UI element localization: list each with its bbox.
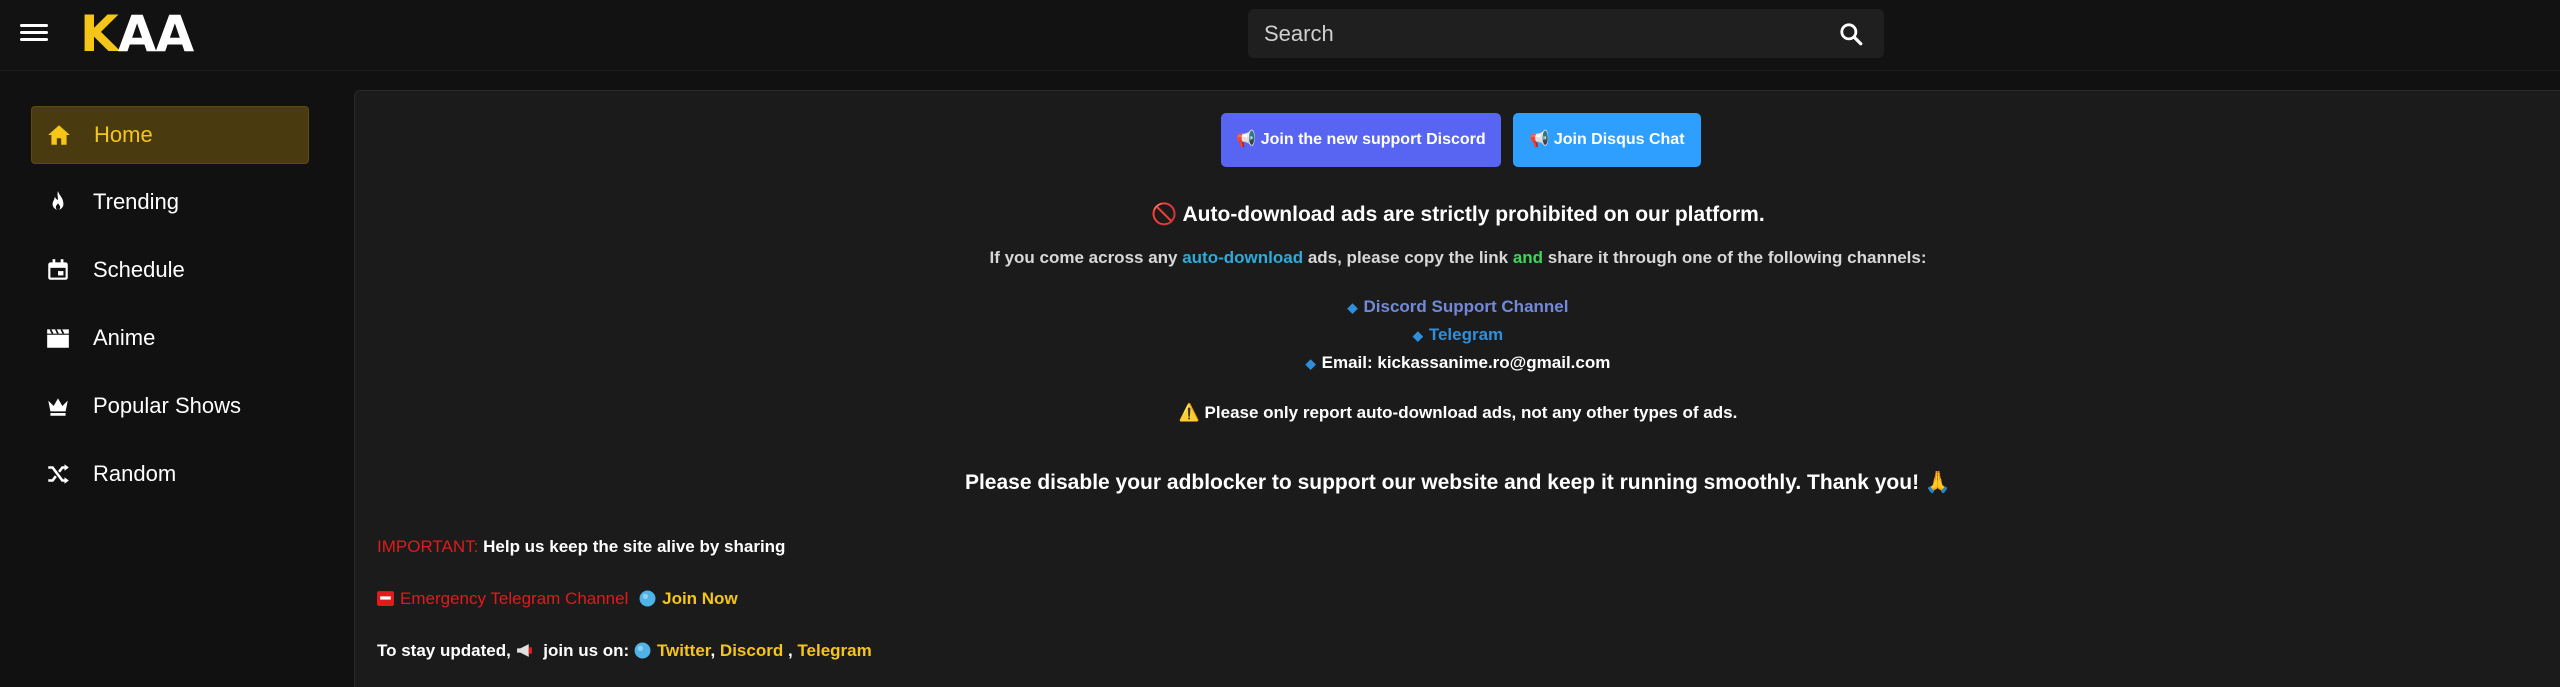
home-icon — [48, 125, 70, 145]
adblock-note: Please disable your adblocker to support… — [964, 471, 1952, 494]
discord-channel-label: Discord Support Channel — [1363, 297, 1569, 316]
announcement-panel: 📢 Join the new support Discord 📢 Join Di… — [354, 90, 2560, 687]
search-input[interactable] — [1248, 9, 1808, 58]
notice-highlight: and — [1512, 248, 1544, 267]
site-logo[interactable]: KAA — [80, 2, 194, 66]
email-label: Email: kickassanime.ro@gmail.com — [1321, 353, 1611, 372]
join-now-link[interactable]: Join Now — [662, 589, 738, 608]
discord-link[interactable]: Discord — [720, 641, 783, 660]
search-icon[interactable] — [1838, 21, 1864, 47]
sidebar-item-home[interactable]: Home — [31, 106, 309, 164]
emergency-line: Emergency Telegram Channel Join Now — [377, 589, 738, 609]
sidebar-item-random[interactable]: Random — [31, 446, 307, 502]
megaphone-icon — [516, 644, 532, 657]
sidebar-item-label: Home — [94, 122, 153, 147]
emergency-telegram-link[interactable]: Emergency Telegram Channel — [400, 589, 628, 608]
updates-line: To stay updated, join us on: Twitter, Di… — [377, 641, 872, 661]
diamond-icon: ◆ — [1305, 356, 1316, 371]
globe-icon — [639, 590, 656, 607]
sos-icon — [377, 591, 394, 606]
twitter-link[interactable]: Twitter — [657, 641, 711, 660]
crown-icon — [48, 398, 68, 416]
diamond-icon: ◆ — [1347, 300, 1358, 315]
sidebar-item-anime[interactable]: Anime — [31, 310, 307, 366]
join-discord-button[interactable]: 📢 Join the new support Discord — [1221, 113, 1501, 167]
telegram-channel-link[interactable]: ◆ Telegram — [355, 325, 2560, 345]
important-label: IMPORTANT: — [377, 537, 479, 556]
report-note: ⚠️ Please only report auto-download ads,… — [1178, 403, 1738, 422]
discord-channel-link[interactable]: ◆ Discord Support Channel — [355, 297, 2560, 317]
sidebar-item-label: Anime — [93, 325, 156, 350]
updates-join-text: join us on: — [538, 641, 634, 660]
search-bar — [1248, 9, 1884, 58]
telegram-link[interactable]: Telegram — [797, 641, 871, 660]
sidebar-item-label: Random — [93, 461, 177, 486]
diamond-icon: ◆ — [1412, 328, 1423, 343]
important-line: IMPORTANT: Help us keep the site alive b… — [377, 537, 785, 557]
fire-icon — [52, 191, 64, 210]
important-text: Help us keep the site alive by sharing — [478, 537, 786, 556]
email-contact: ◆ Email: kickassanime.ro@gmail.com — [355, 353, 2560, 373]
sidebar-item-label: Trending — [93, 189, 180, 214]
notice-text-part: If you come across any — [989, 248, 1183, 267]
menu-icon[interactable] — [20, 20, 50, 46]
separator-comma: , — [710, 641, 720, 660]
sidebar-item-label: Schedule — [93, 257, 185, 282]
calendar-icon — [48, 259, 68, 280]
notice-title: 🚫 Auto-download ads are strictly prohibi… — [1151, 203, 1765, 226]
sidebar-item-label: Popular Shows — [93, 393, 241, 418]
logo-rest: AA — [117, 5, 194, 63]
notice-highlight: auto-download — [1182, 248, 1304, 267]
top-bar: KAA — [0, 0, 2560, 71]
sidebar-item-popular-shows[interactable]: Popular Shows — [31, 378, 307, 434]
sidebar: Home Trending Schedule Anime Popular Sho… — [0, 71, 340, 686]
sidebar-item-trending[interactable]: Trending — [31, 174, 307, 230]
notice-text: If you come across any auto-download ads… — [355, 248, 2560, 268]
sidebar-item-schedule[interactable]: Schedule — [31, 242, 307, 298]
telegram-channel-label: Telegram — [1428, 325, 1504, 344]
notice-text-part: share it through one of the following ch… — [1543, 248, 1927, 267]
join-disqus-button[interactable]: 📢 Join Disqus Chat — [1513, 113, 1701, 167]
separator-comma: , — [783, 641, 798, 660]
updates-prefix: To stay updated, — [377, 641, 516, 660]
notice-text-part: ads, please copy the link — [1303, 248, 1513, 267]
clapperboard-icon — [47, 328, 69, 348]
logo-first: K — [80, 5, 119, 63]
globe-icon — [634, 642, 651, 659]
shuffle-icon — [48, 464, 69, 484]
